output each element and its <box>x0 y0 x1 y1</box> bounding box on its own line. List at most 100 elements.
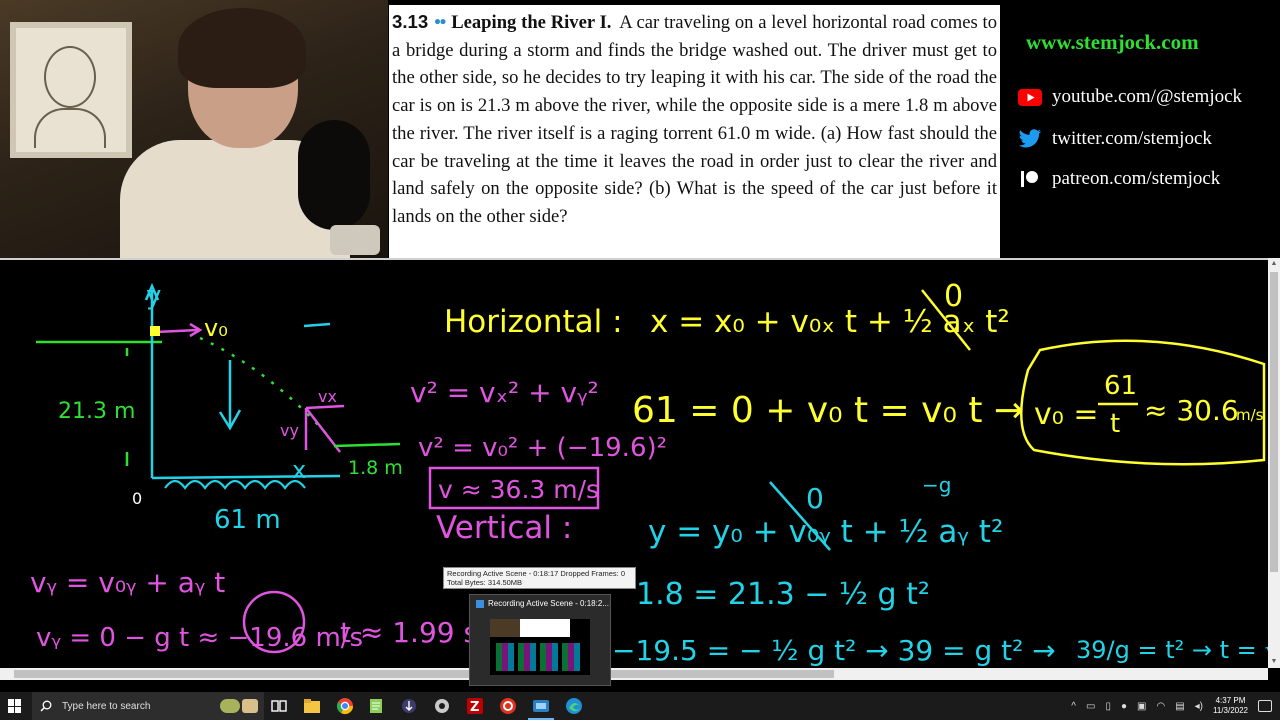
volume-icon[interactable]: ◂) <box>1195 701 1203 712</box>
problem-text: A car traveling on a level horizontal ro… <box>392 12 997 227</box>
far-bank-line <box>333 442 401 448</box>
chrome-icon[interactable] <box>336 697 354 715</box>
horizontal-heading: Horizontal : <box>444 304 623 340</box>
v0-fraction-numerator: 61 <box>1104 371 1137 401</box>
obs-tooltip-line-2: Total Bytes: 314.50MB <box>447 578 523 587</box>
vertical-scroll-thumb[interactable] <box>1270 272 1278 572</box>
vertical-scrollbar[interactable]: ▲ ▼ <box>1268 258 1280 668</box>
website-url: www.stemjock.com <box>1026 30 1199 54</box>
origin-label: 0 <box>132 489 142 508</box>
twitter-link: twitter.com/stemjock <box>1018 128 1212 150</box>
v0-unit: m/s <box>1236 406 1264 424</box>
microphone-arm <box>330 225 380 255</box>
audio-app-icon[interactable] <box>400 697 418 715</box>
notepad-icon[interactable] <box>367 697 385 715</box>
v0-label: v₀ <box>204 314 228 342</box>
projectile-diagram: y v₀ 21.3 m 61 m 0 x vx vy 1.8 m <box>36 281 403 535</box>
speed-answer: v ≈ 36.3 m/s <box>438 475 599 504</box>
vy-label: vy <box>280 421 299 440</box>
speed-equation-1: v² = vₓ² + vᵧ² <box>410 376 599 409</box>
wifi-icon[interactable]: ◠ <box>1156 701 1165 712</box>
youtube-icon <box>1018 88 1042 106</box>
x-axis-label: x <box>292 456 306 484</box>
patreon-label: patreon.com/stemjock <box>1052 168 1221 189</box>
scroll-down-arrow-icon[interactable]: ▼ <box>1268 656 1280 668</box>
vy-equation-2: vᵧ = 0 − g t ≈ −19.6 m/s <box>36 623 363 653</box>
v0-value: ≈ 30.6 <box>1144 394 1239 427</box>
problem-statement: 3.13 •• Leaping the River I. A car traveli… <box>389 5 1000 258</box>
vertical-step-3: 39/g = t² → t = √(39/g) <box>1076 636 1268 664</box>
settings-app-icon[interactable] <box>433 697 451 715</box>
youtube-label: youtube.com/@stemjock <box>1052 86 1243 107</box>
obs-preview-image[interactable] <box>490 619 590 675</box>
clock-time: 4:37 PM <box>1215 696 1246 705</box>
obs-thumbnail-title: Recording Active Scene - 0:18:2... <box>488 599 609 608</box>
twitter-icon <box>1018 129 1042 148</box>
scroll-up-arrow-icon[interactable]: ▲ <box>1268 258 1280 270</box>
trajectory-path <box>199 336 331 439</box>
file-explorer-icon[interactable] <box>303 697 321 715</box>
system-clock[interactable]: 4:37 PM 11/3/2022 <box>1213 696 1248 716</box>
obs-recording-tooltip: Recording Active Scene - 0:18:17 Dropped… <box>443 567 636 589</box>
v0-fraction-denominator: t <box>1110 409 1120 439</box>
problem-title: Leaping the River I. <box>451 12 612 33</box>
car-dot <box>150 326 160 336</box>
horizontal-scrollbar[interactable] <box>0 668 1268 680</box>
presenter-hair <box>178 8 306 88</box>
clock-date: 11/3/2022 <box>1213 706 1248 715</box>
search-highlight-icon <box>220 699 258 713</box>
storage-icon[interactable]: ▤ <box>1175 701 1184 712</box>
obs-tooltip-line-1: Recording Active Scene - 0:18:17 Dropped… <box>447 569 626 578</box>
patreon-icon <box>1018 170 1042 188</box>
webcam-feed <box>0 0 388 258</box>
display-icon[interactable]: ▣ <box>1137 701 1146 712</box>
svg-text:v₀ =: v₀ = <box>1034 397 1098 432</box>
vertical-step-1: 1.8 = 21.3 − ½ g t² <box>636 577 930 612</box>
problem-number: 3.13 <box>392 11 429 32</box>
microphone-tray-icon[interactable]: ● <box>1121 701 1127 712</box>
search-icon <box>40 700 52 712</box>
width-label: 61 m <box>214 505 281 535</box>
svg-text:Z: Z <box>470 700 479 715</box>
task-view-icon[interactable] <box>270 697 288 715</box>
height-label: 21.3 m <box>58 399 135 424</box>
windows-start-icon[interactable] <box>8 699 22 713</box>
whiteboard-canvas[interactable]: y v₀ 21.3 m 61 m 0 x vx vy 1.8 m Horizon… <box>0 258 1280 668</box>
twitter-label: twitter.com/stemjock <box>1052 128 1212 149</box>
battery-icon[interactable]: ▯ <box>1105 701 1111 712</box>
youtube-link: youtube.com/@stemjock <box>1018 86 1242 108</box>
obs-taskbar-thumbnail[interactable]: Recording Active Scene - 0:18:2... <box>469 594 611 686</box>
horizontal-substitution: 61 = 0 + v₀ t = v₀ t → <box>632 390 1024 431</box>
channel-links-panel: www.stemjock.com youtube.com/@stemjock t… <box>1000 0 1280 258</box>
wall-picture-frame <box>10 22 132 158</box>
show-hidden-icons-icon[interactable]: ^ <box>1071 701 1076 712</box>
edge-icon[interactable] <box>565 697 583 715</box>
handwritten-notes: y v₀ 21.3 m 61 m 0 x vx vy 1.8 m Horizon… <box>30 279 1268 667</box>
microphone <box>298 120 370 230</box>
network-icon[interactable]: ▭ <box>1086 701 1095 712</box>
river-waves <box>164 479 306 490</box>
horizontal-scroll-thumb[interactable] <box>14 670 834 678</box>
caricature-body <box>34 108 106 148</box>
vertical-heading: Vertical : <box>436 510 572 546</box>
taskbar-search-box[interactable]: Type here to search <box>32 692 264 720</box>
y-axis-label: y <box>146 281 161 311</box>
vertical-step-2: −19.5 = − ½ g t² → 39 = g t² → <box>612 634 1056 667</box>
horizontal-zero-mark: 0 <box>944 279 963 314</box>
caricature-face <box>44 46 96 108</box>
landing-height-label: 1.8 m <box>348 457 403 479</box>
patreon-link: patreon.com/stemjock <box>1018 168 1220 190</box>
gear-app-icon[interactable] <box>499 697 517 715</box>
obs-app-icon <box>476 599 484 608</box>
system-tray: ^ ▭ ▯ ● ▣ ◠ ▤ ◂) 4:37 PM 11/3/2022 <box>1071 692 1280 720</box>
vertical-zero-mark: 0 <box>806 482 824 515</box>
vy-equation-1: vᵧ = v₀ᵧ + aᵧ t <box>30 566 225 599</box>
filezilla-icon[interactable]: Z <box>466 697 484 715</box>
notification-center-icon[interactable] <box>1258 700 1272 712</box>
time-value: t ≈ 1.99 s <box>340 616 478 649</box>
speed-section: v² = vₓ² + vᵧ² v² = v₀² + (−19.6)² v ≈ 3… <box>410 376 667 510</box>
gravity-mark: −g <box>922 473 951 497</box>
obs-studio-icon[interactable] <box>532 697 550 715</box>
speed-equation-2: v² = v₀² + (−19.6)² <box>418 433 667 463</box>
windows-taskbar: Type here to search Z ^ ▭ ▯ ● ▣ ◠ ▤ ◂) 4… <box>0 692 1280 720</box>
